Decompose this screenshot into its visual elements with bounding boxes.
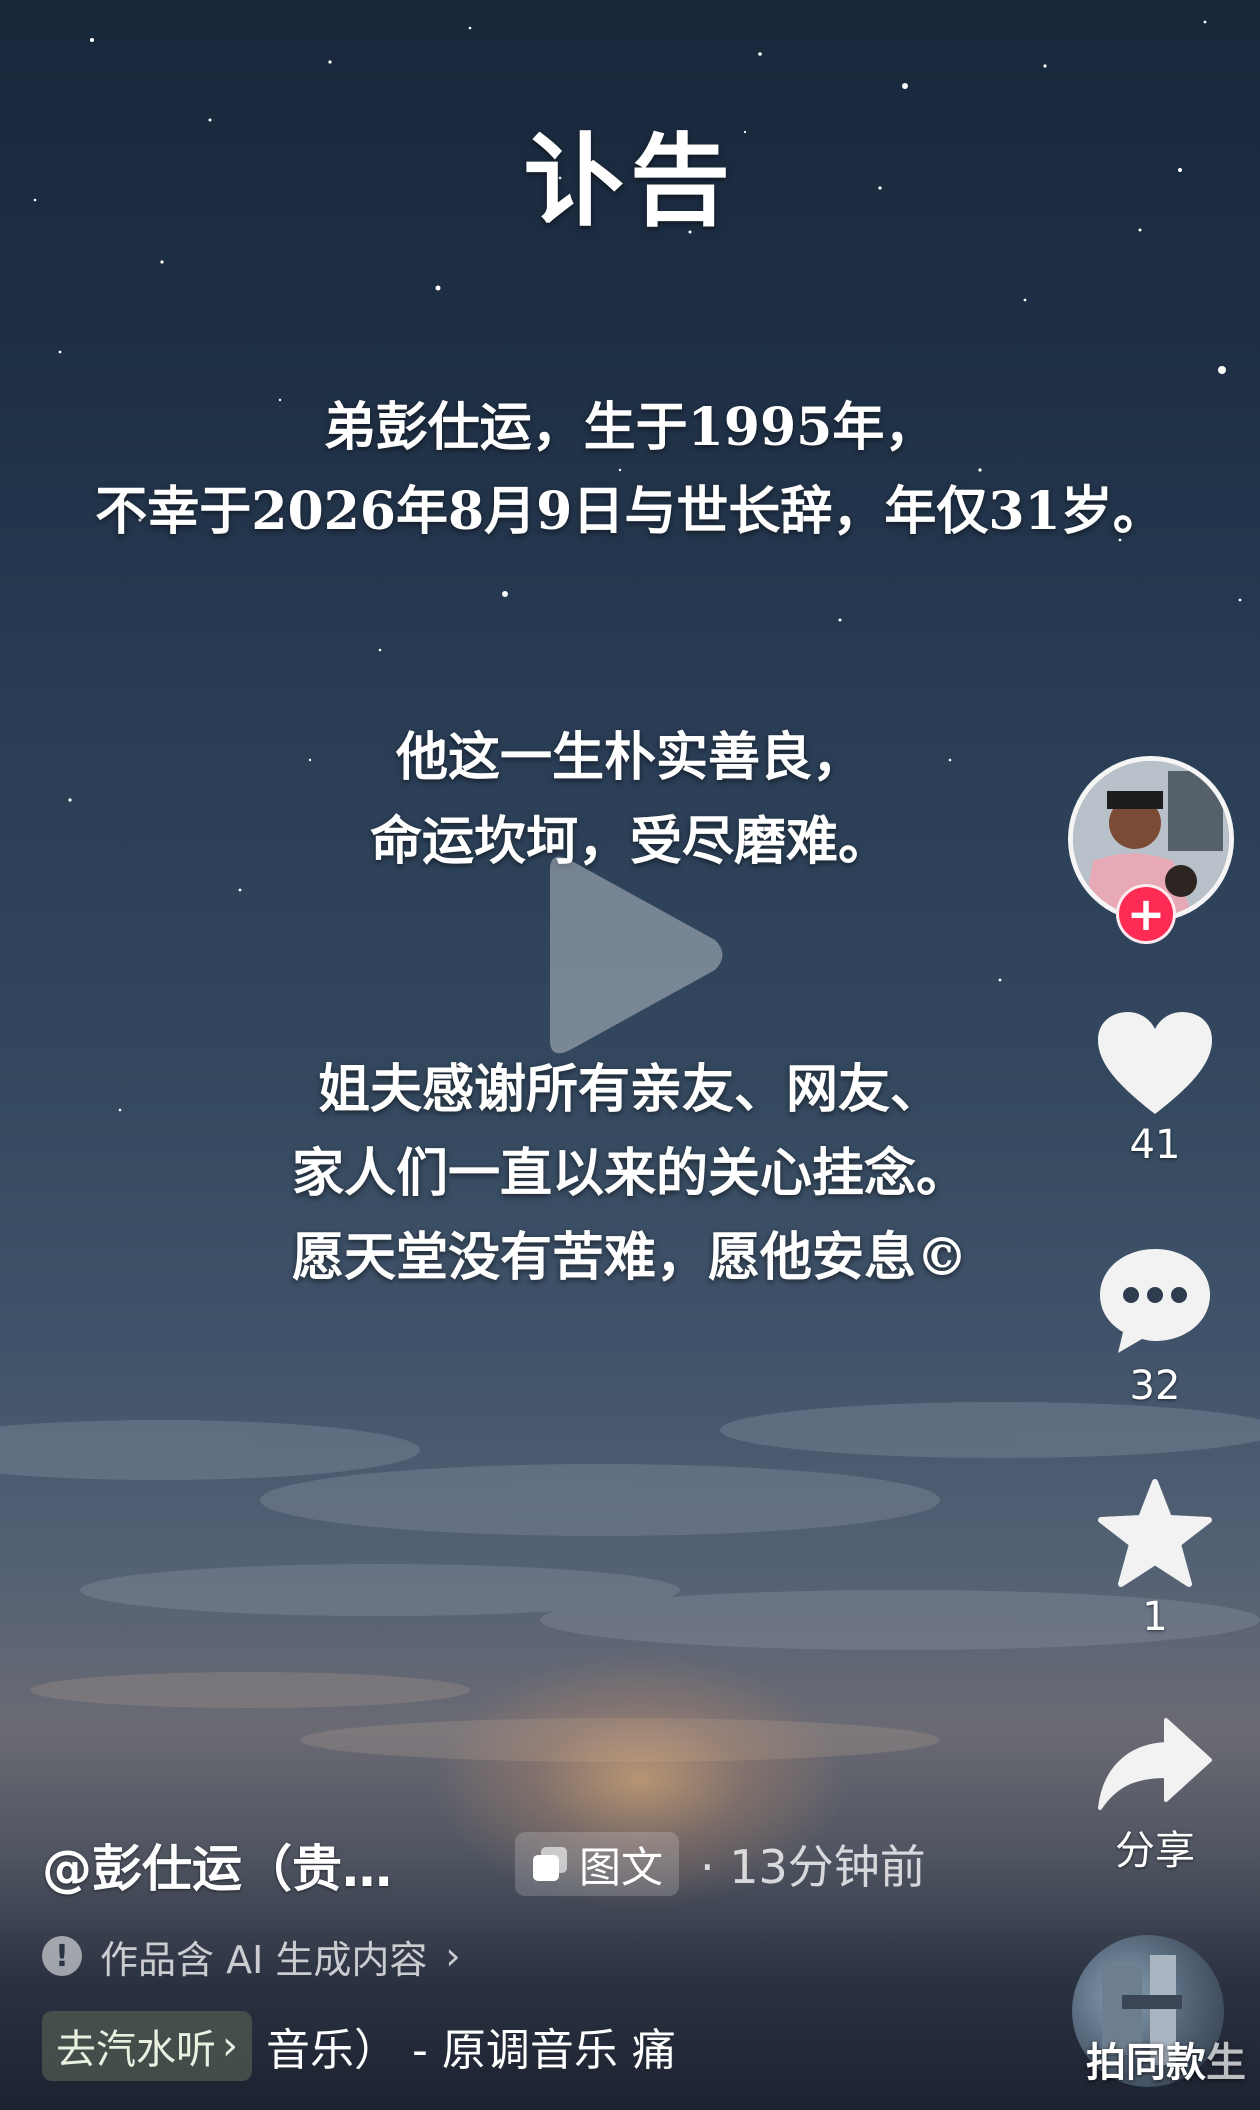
post-time: · 13分钟前 <box>700 1840 926 1894</box>
post-type-label: 图文 <box>579 1842 664 1892</box>
like-count: 41 <box>1129 1122 1181 1168</box>
favorite-count: 1 <box>1142 1594 1168 1640</box>
warning-icon: ! <box>42 1936 82 1976</box>
notice-line: 不幸于2026年8月9日与世长辞，年仅31岁。 <box>95 481 1165 542</box>
images-icon <box>533 1847 567 1881</box>
notice-title: 讣告 <box>524 122 736 240</box>
listen-on-qishui-button[interactable]: 去汽水听 › <box>42 2011 252 2081</box>
chevron-right-icon: › <box>222 2023 238 2069</box>
listen-button-label: 去汽水听 <box>56 2027 216 2073</box>
shoot-same-style-button[interactable]: 拍同款生 <box>1086 2030 1246 2088</box>
ai-content-notice[interactable]: ! 作品含 AI 生成内容 › <box>42 1928 461 1984</box>
author-name[interactable]: @彭仕运（贵… <box>42 1829 392 1901</box>
favorite-action[interactable]: 1 <box>1070 1478 1240 1640</box>
heart-icon[interactable] <box>1096 1010 1214 1116</box>
author-name-row[interactable]: @彭仕运（贵… <box>42 1830 392 1900</box>
shoot-same-style-label: 拍同款 <box>1086 2040 1206 2086</box>
comment-icon[interactable] <box>1096 1245 1214 1357</box>
play-icon[interactable] <box>530 850 730 1060</box>
music-row[interactable]: 去汽水听 › 音乐） - 原调音乐 痛 <box>42 2010 676 2082</box>
ai-notice-text: 作品含 AI 生成内容 <box>100 1937 428 1982</box>
notice-line: 弟彭仕运，生于1995年， <box>323 397 937 458</box>
comment-action[interactable]: 32 <box>1070 1245 1240 1409</box>
notice-paragraph-birth: 弟彭仕运，生于1995年， 不幸于2026年8月9日与世长辞，年仅31岁。 <box>0 386 1260 554</box>
chevron-right-icon: › <box>445 1934 461 1978</box>
comment-count: 32 <box>1129 1363 1181 1409</box>
star-icon[interactable] <box>1097 1478 1213 1588</box>
like-action[interactable]: 41 <box>1070 1010 1240 1168</box>
follow-button[interactable]: + <box>1116 884 1176 944</box>
post-type-tag[interactable]: 图文 <box>515 1832 680 1896</box>
share-arrow-icon[interactable] <box>1096 1716 1214 1812</box>
share-label: 分享 <box>1115 1828 1195 1874</box>
author-avatar-group[interactable]: + <box>1068 756 1234 946</box>
share-action[interactable]: 分享 <box>1070 1716 1240 1876</box>
shoot-same-style-extra: 生 <box>1206 2040 1246 2086</box>
music-title[interactable]: 音乐） - 原调音乐 痛 <box>266 2014 676 2078</box>
